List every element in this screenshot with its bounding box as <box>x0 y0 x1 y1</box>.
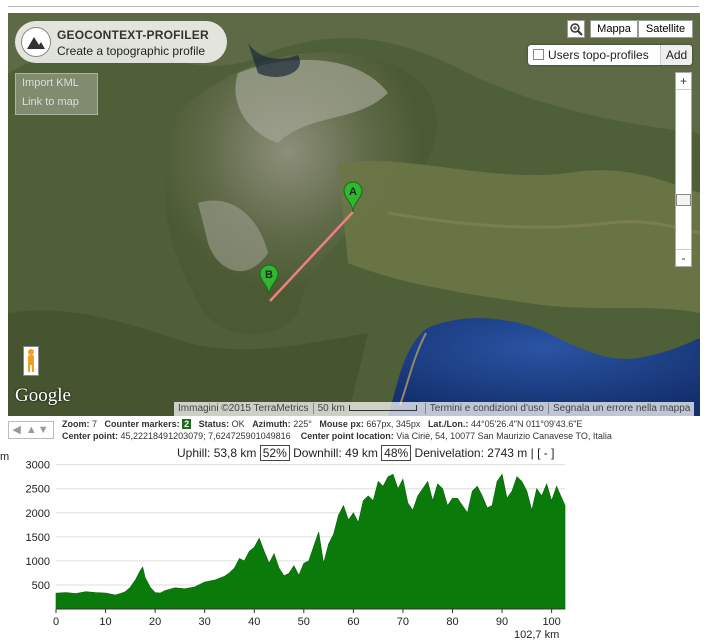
zoom-slider-handle[interactable] <box>676 194 691 206</box>
zoom-slider[interactable]: + - <box>675 72 692 267</box>
x-tick-label: 30 <box>199 616 211 628</box>
zoom-label: Zoom: <box>62 419 90 429</box>
mouse-px-label: Mouse px: <box>319 419 364 429</box>
y-tick-label: 1500 <box>26 532 50 544</box>
x-tick-label: 80 <box>446 616 458 628</box>
y-tick-label: 1000 <box>26 556 50 568</box>
azimuth-label: Azimuth: <box>252 419 291 429</box>
scale-indicator: 50 km <box>312 403 425 414</box>
terms-link[interactable]: Termini e condizioni d'uso <box>424 403 548 414</box>
users-topo-profiles-checkbox[interactable] <box>533 49 544 60</box>
app-subtitle: Create a topographic profile <box>57 44 206 58</box>
y-tick-label: 2000 <box>26 508 50 520</box>
add-button[interactable]: Add <box>660 45 692 65</box>
marker-b-label: B <box>265 269 273 281</box>
x-tick-label: 90 <box>496 616 508 628</box>
app-title: GEOCONTEXT-PROFILER <box>57 28 209 42</box>
status-label: Status: <box>198 419 230 429</box>
x-tick-label: 100 <box>542 616 560 628</box>
x-tick-label: 40 <box>248 616 260 628</box>
top-divider <box>8 6 699 7</box>
scale-label: 50 km <box>317 403 345 414</box>
elevation-area <box>55 473 566 610</box>
latlon-label: Lat./Lon.: <box>427 419 469 429</box>
x-tick-label: 0 <box>53 616 59 628</box>
scale-bar <box>348 405 417 412</box>
info-line-1: Zoom: 7 Counter markers: 2 Status: OK Az… <box>62 419 582 429</box>
maptype-map-button[interactable]: Mappa <box>590 20 638 38</box>
google-logo: Google <box>15 385 71 406</box>
latlon-value: 44°05'26.4"N 011°09'43.6"E <box>470 419 583 429</box>
elevation-profile-chart[interactable]: 500 1000 1500 2000 2500 3000 0 10 20 30 40 50 60 70 80… <box>0 455 707 630</box>
import-kml-link[interactable]: Import KML <box>16 74 97 93</box>
imagery-credit: Immagini ©2015 TerraMetrics <box>178 403 309 414</box>
status-value: OK <box>231 419 245 429</box>
center-location-label: Center point location: <box>300 431 394 441</box>
maptype-satellite-button[interactable]: Satellite <box>638 20 693 38</box>
x-tick-label: 20 <box>149 616 161 628</box>
azimuth-value: 225° <box>293 419 312 429</box>
users-topo-profiles-control: Users topo-profiles Add <box>528 45 692 65</box>
mountain-logo-icon <box>21 27 51 57</box>
x-tick-label: 10 <box>99 616 111 628</box>
center-point-label: Center point: <box>62 431 118 441</box>
center-point-value: 45,22218491203079; 7,624725901049816 <box>120 431 291 441</box>
counter-badge: 2 <box>182 419 192 429</box>
mouse-px-value: 667px, 345px <box>366 419 421 429</box>
marker-a-label: A <box>349 186 357 198</box>
map-marker-b[interactable]: B <box>259 264 279 301</box>
x-axis-label: 102,7 km <box>514 629 560 641</box>
map-marker-a[interactable]: A <box>343 181 363 218</box>
map-view[interactable]: GEOCONTEXT-PROFILER Create a topographic… <box>8 13 700 416</box>
info-bar: ◀ ▲▼ Zoom: 7 Counter markers: 2 Status: … <box>8 419 700 443</box>
link-to-map-link[interactable]: Link to map <box>16 93 97 112</box>
info-line-2: Center point: 45,22218491203079; 7,62472… <box>62 431 612 441</box>
zoom-in-button[interactable]: + <box>676 73 691 90</box>
y-tick-label: 500 <box>32 580 50 592</box>
magnifier-zoom-icon[interactable] <box>567 20 585 38</box>
map-attribution: Immagini ©2015 TerraMetrics 50 km Termini … <box>174 402 695 416</box>
y-tick-label: 2500 <box>26 484 50 496</box>
report-error-link[interactable]: Segnala un errore nella mappa <box>548 403 695 414</box>
counter-label: Counter markers: <box>104 419 180 429</box>
center-location-value: Via Ciriè, 54, 10077 San Maurizio Canave… <box>396 431 612 441</box>
x-tick-label: 60 <box>347 616 359 628</box>
zoom-out-button[interactable]: - <box>676 249 691 266</box>
x-tick-label: 70 <box>397 616 409 628</box>
app-brand: GEOCONTEXT-PROFILER Create a topographic… <box>15 21 227 63</box>
kml-menu: Import KML Link to map <box>15 73 98 115</box>
zoom-value: 7 <box>92 419 98 429</box>
x-tick-label: 50 <box>298 616 310 628</box>
users-topo-profiles-label: Users topo-profiles <box>548 48 649 62</box>
y-tick-label: 3000 <box>26 460 50 472</box>
nav-arrows-button[interactable]: ◀ ▲▼ <box>8 421 54 439</box>
pegman-street-view-icon[interactable] <box>23 346 39 376</box>
